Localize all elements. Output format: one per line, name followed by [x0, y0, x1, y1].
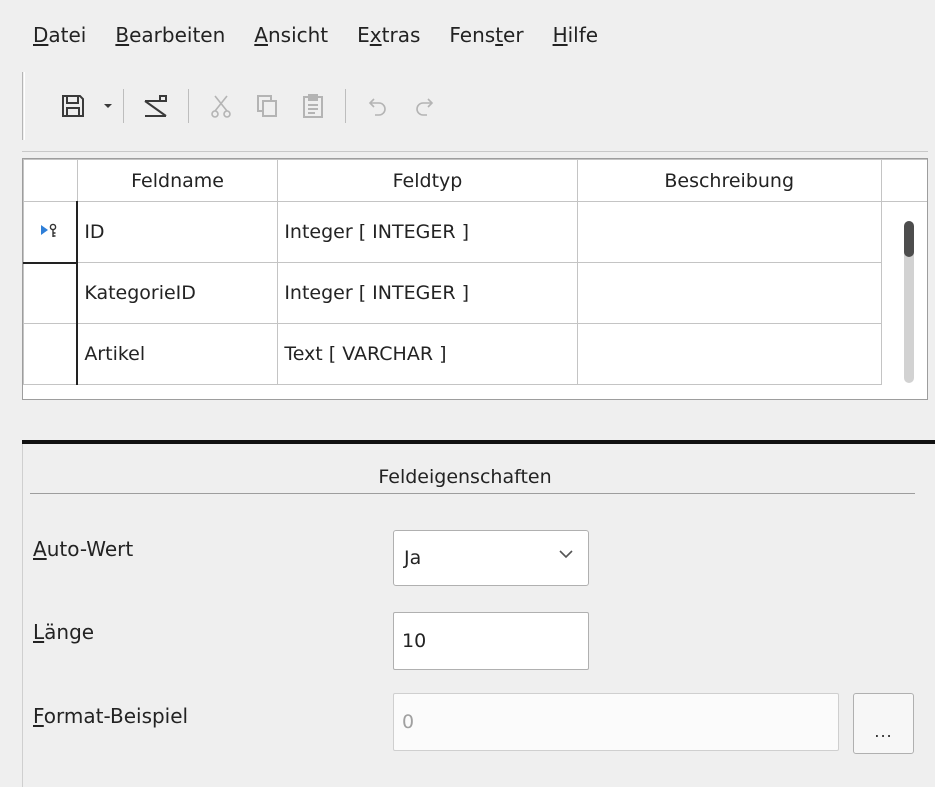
field-definition-grid: Feldname Feldtyp Beschreibung ID Integer…	[22, 158, 928, 400]
menu-bearbeiten[interactable]: Bearbeiten	[115, 23, 225, 47]
row-selector[interactable]	[23, 262, 79, 324]
auto-value-label: Auto-Wert	[33, 537, 134, 561]
cell-feldtyp[interactable]: Text [ VARCHAR ]	[277, 323, 578, 385]
format-example-label: Format-Beispiel	[33, 704, 189, 728]
cell-beschreibung[interactable]	[576, 323, 882, 385]
properties-title: Feldeigenschaften	[378, 466, 552, 488]
column-header-feldtyp[interactable]: Feldtyp	[277, 159, 578, 202]
vertical-scrollbar-thumb[interactable]	[904, 221, 914, 257]
column-header-filler	[880, 159, 927, 202]
redo-icon	[416, 98, 434, 116]
save-button[interactable]	[55, 88, 91, 124]
row-selector[interactable]	[23, 201, 79, 264]
cut-icon	[211, 95, 231, 118]
save-icon	[62, 95, 84, 117]
auto-value-selected: Ja	[404, 547, 422, 569]
toolbar-separator	[123, 89, 124, 123]
splitter[interactable]	[22, 440, 935, 444]
cell-feldname[interactable]: Artikel	[76, 323, 279, 385]
toolbar-separator	[188, 89, 189, 123]
menu-bar: Datei Bearbeiten Ansicht Extras Fenster …	[0, 0, 935, 70]
undo-button[interactable]	[360, 88, 396, 124]
toolbar-separator	[345, 89, 346, 123]
column-header-feldname[interactable]: Feldname	[76, 159, 279, 202]
cell-feldname[interactable]: ID	[76, 201, 279, 263]
undo-icon	[368, 98, 386, 116]
table-design-icon	[144, 95, 167, 117]
menu-datei[interactable]: Datei	[33, 23, 86, 47]
table-row[interactable]: Artikel Text [ VARCHAR ]	[23, 323, 928, 385]
table-design-button[interactable]	[138, 88, 174, 124]
paste-icon	[303, 94, 323, 118]
length-label: Länge	[33, 620, 95, 644]
table-row[interactable]: KategorieID Integer [ INTEGER ]	[23, 262, 928, 324]
cut-button[interactable]	[203, 88, 239, 124]
length-input[interactable]: 10	[393, 612, 589, 670]
toolbar-grip[interactable]	[22, 72, 25, 140]
copy-icon	[257, 95, 277, 117]
current-row-primary-key-icon	[41, 223, 57, 237]
cell-feldtyp[interactable]: Integer [ INTEGER ]	[277, 201, 578, 263]
row-selector[interactable]	[23, 323, 79, 385]
paste-button[interactable]	[295, 88, 331, 124]
format-example-field: 0	[393, 693, 839, 751]
menu-extras[interactable]: Extras	[357, 23, 420, 47]
menu-ansicht[interactable]: Ansicht	[254, 23, 328, 47]
menu-fenster[interactable]: Fenster	[449, 23, 523, 47]
row-header-corner	[23, 159, 78, 202]
table-row[interactable]: ID Integer [ INTEGER ]	[23, 201, 928, 264]
column-header-beschreibung[interactable]: Beschreibung	[576, 159, 882, 202]
menu-hilfe[interactable]: Hilfe	[553, 23, 599, 47]
cell-beschreibung[interactable]	[576, 201, 882, 263]
cell-feldname[interactable]: KategorieID	[76, 262, 279, 324]
properties-separator	[30, 493, 915, 494]
toolbar-bottom-border	[22, 151, 928, 152]
toolbar	[22, 72, 922, 140]
redo-button[interactable]	[406, 88, 442, 124]
format-button[interactable]: ...	[853, 693, 914, 754]
grid-header-row: Feldname Feldtyp Beschreibung	[23, 159, 927, 202]
save-dropdown-button[interactable]	[101, 88, 115, 124]
copy-button[interactable]	[249, 88, 285, 124]
auto-value-select[interactable]: Ja	[393, 530, 589, 586]
dropdown-arrow-icon	[104, 104, 112, 108]
chevron-down-icon	[559, 550, 573, 559]
cell-beschreibung[interactable]	[576, 262, 882, 324]
panel-border	[22, 444, 23, 787]
cell-feldtyp[interactable]: Integer [ INTEGER ]	[277, 262, 578, 324]
